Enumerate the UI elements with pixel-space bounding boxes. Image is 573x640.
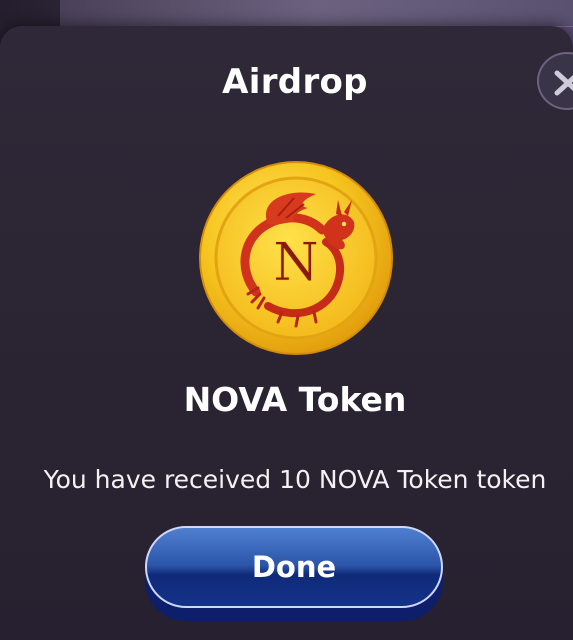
airdrop-message: You have received 10 NOVA Token token bbox=[43, 465, 547, 494]
nova-token-coin-icon: N bbox=[198, 160, 394, 360]
modal-title: Airdrop bbox=[222, 62, 368, 102]
done-button[interactable]: Done bbox=[145, 526, 443, 608]
close-icon bbox=[554, 70, 573, 96]
background-header-strip bbox=[60, 0, 573, 27]
coin-letter: N bbox=[273, 233, 319, 293]
token-name: NOVA Token bbox=[183, 380, 407, 419]
